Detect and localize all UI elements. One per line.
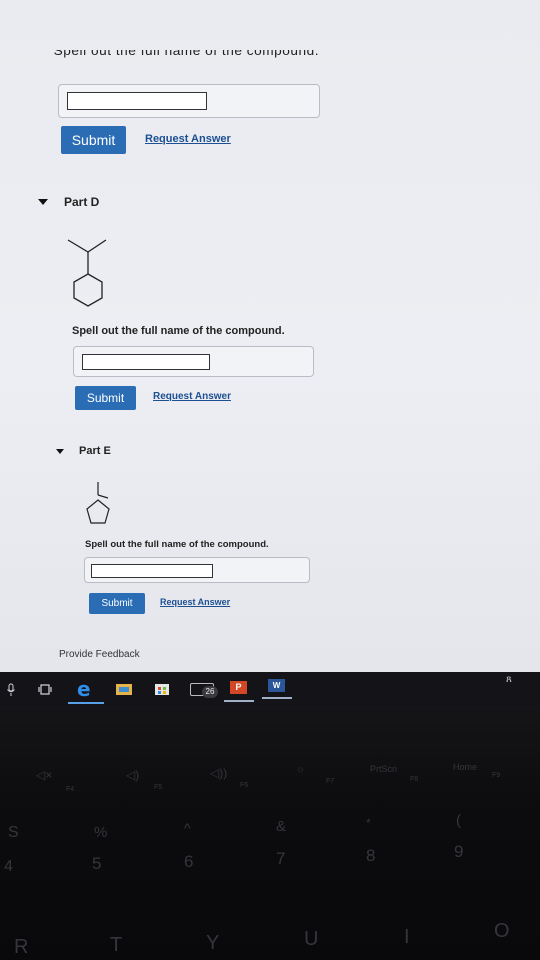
word-icon[interactable]: W xyxy=(268,679,285,692)
letter-key-label: U xyxy=(304,928,319,950)
part-d-header[interactable]: Part D xyxy=(38,195,99,209)
powerpoint-icon[interactable]: P xyxy=(230,681,247,694)
edge-active-underline xyxy=(68,702,104,704)
isopropylcyclohexane-structure xyxy=(67,239,107,307)
brightness-key-icon: ☼ xyxy=(296,764,306,775)
number-key-label: ( xyxy=(456,812,461,829)
request-answer-link-c[interactable]: Request Answer xyxy=(145,133,231,145)
request-answer-link-e[interactable]: Request Answer xyxy=(160,597,230,607)
part-e-title: Part E xyxy=(79,445,111,457)
mute-key-icon: ◁× xyxy=(36,768,53,782)
answer-box-d xyxy=(73,346,314,377)
part-e-prompt: Spell out the full name of the compound. xyxy=(85,539,269,550)
fn-key-label: F7 xyxy=(326,778,335,785)
fn-key-label: F5 xyxy=(154,784,163,791)
fn-key-label: F8 xyxy=(410,776,419,783)
letter-key-label: O xyxy=(494,920,510,942)
windows-taskbar: e 26 P W ጸ xyxy=(0,672,540,706)
collapse-caret-icon[interactable] xyxy=(38,199,48,205)
isopropylcyclopentane-structure xyxy=(86,482,110,524)
letter-key-label: Y xyxy=(206,932,220,954)
letter-key-label: T xyxy=(110,934,123,956)
volume-up-key-icon: ◁)) xyxy=(210,766,228,780)
answer-box-c xyxy=(58,84,320,118)
number-key-label: 6 xyxy=(184,852,194,871)
number-key-label: 7 xyxy=(276,849,286,868)
fn-key-label: F4 xyxy=(66,786,75,793)
collapse-caret-icon[interactable] xyxy=(56,448,64,454)
powerpoint-active-underline xyxy=(224,700,254,702)
edge-browser-icon[interactable]: e xyxy=(77,677,91,701)
word-active-underline xyxy=(262,697,292,699)
home-key-label: Home xyxy=(453,762,478,772)
number-key-label: ^ xyxy=(184,820,191,836)
fn-key-label: F9 xyxy=(492,772,501,779)
browser-viewport: Spell out the full name of the compound.… xyxy=(0,0,540,672)
request-answer-link-d[interactable]: Request Answer xyxy=(153,391,231,402)
volume-down-key-icon: ◁) xyxy=(126,768,140,782)
task-view-icon[interactable] xyxy=(38,684,52,695)
number-key-label: 5 xyxy=(92,854,102,873)
file-explorer-icon[interactable] xyxy=(116,683,132,695)
fn-key-label: F6 xyxy=(240,782,249,789)
part-d-prompt: Spell out the full name of the compound. xyxy=(72,325,285,337)
number-key-label: * xyxy=(366,816,371,830)
number-key-label: 8 xyxy=(366,846,376,865)
letter-key-label: R xyxy=(14,936,29,958)
store-icon[interactable] xyxy=(155,682,169,695)
submit-button-e[interactable]: Submit xyxy=(89,593,145,614)
number-key-label: 9 xyxy=(454,842,464,861)
number-key-label: & xyxy=(276,818,287,835)
side-key-label: S xyxy=(8,824,19,841)
people-icon[interactable]: ጸ xyxy=(506,674,512,685)
letter-key-label: I xyxy=(404,926,410,948)
answer-input-d[interactable] xyxy=(82,354,210,370)
prtscn-key-label: PrtScn xyxy=(370,764,398,774)
answer-input-e[interactable] xyxy=(91,564,213,578)
submit-button-d[interactable]: Submit xyxy=(75,386,136,410)
answer-box-e xyxy=(84,557,310,583)
submit-button-c[interactable]: Submit xyxy=(61,126,126,154)
answer-input-c[interactable] xyxy=(67,92,207,110)
number-key-label: % xyxy=(94,824,108,841)
provide-feedback-link[interactable]: Provide Feedback xyxy=(59,649,140,660)
number-key-label: 4 xyxy=(4,858,13,875)
mail-badge-count: 26 xyxy=(202,686,218,698)
part-d-title: Part D xyxy=(64,195,100,209)
laptop-keyboard: ◁× F4 ◁) F5 ◁)) F6 ☼ F7 PrtScn F8 Home F… xyxy=(0,706,540,960)
microphone-icon[interactable] xyxy=(6,683,16,697)
part-e-header[interactable]: Part E xyxy=(56,445,111,457)
previous-part-prompt-cut: Spell out the full name of the compound. xyxy=(53,50,320,58)
